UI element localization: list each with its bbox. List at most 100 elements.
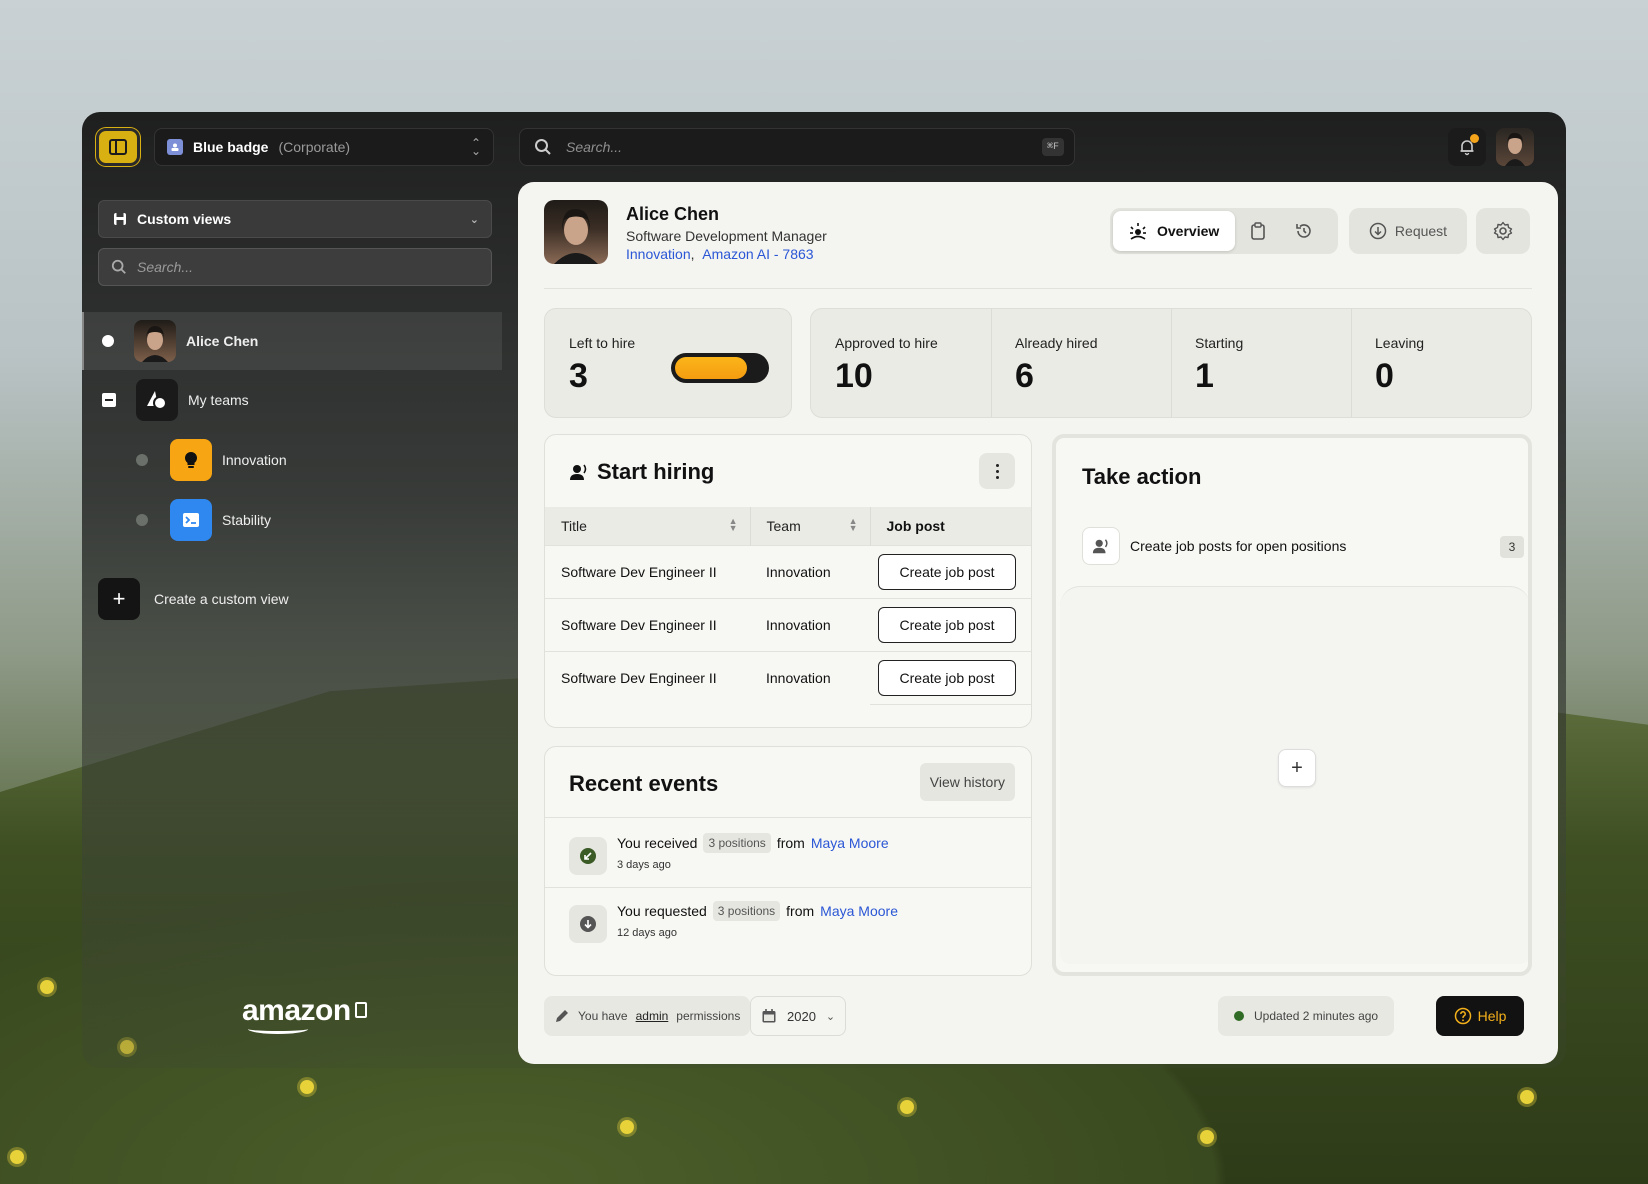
global-search[interactable]: ⌘F — [519, 128, 1075, 166]
main-panel: Alice Chen Software Development Manager … — [518, 182, 1558, 1064]
sidebar-search-input[interactable] — [137, 259, 457, 275]
flower — [10, 1150, 24, 1164]
divider — [545, 887, 1031, 888]
org-selector[interactable]: Blue badge (Corporate) ⌃ ⌄ — [154, 128, 494, 166]
sort-icon: ▲ ▼ — [848, 516, 858, 533]
take-action-card: Take action Create job posts for open po… — [1052, 434, 1532, 976]
sidebar-toggle-button[interactable] — [96, 128, 140, 166]
search-shortcut: ⌘F — [1041, 138, 1064, 156]
take-action-title: Take action — [1082, 464, 1202, 489]
profile-role: Software Development Manager — [626, 228, 827, 244]
view-tabs: Overview — [1110, 208, 1338, 254]
event-item: You received 3 positions from Maya Moore 3 … — [569, 833, 889, 875]
stat-divider — [1171, 309, 1172, 417]
stat-left-to-hire: Left to hire 3 — [569, 335, 636, 395]
sidebar-item-label: My teams — [188, 392, 249, 408]
save-icon — [114, 213, 126, 225]
search-input[interactable] — [566, 139, 1006, 155]
amazon-logo: amazon — [242, 994, 367, 1034]
notification-dot — [1470, 134, 1479, 143]
progress-fill — [675, 357, 747, 379]
gear-icon — [1493, 221, 1513, 241]
create-job-post-button[interactable]: Create job post — [878, 553, 1016, 590]
more-options-button[interactable] — [979, 453, 1015, 489]
teams-icon — [136, 379, 178, 421]
sidebar-item-label: Innovation — [222, 452, 287, 468]
org-link[interactable]: Amazon AI - 7863 — [702, 246, 813, 262]
user-voice-icon — [570, 464, 587, 480]
table-row: Software Dev Engineer II Innovation Crea… — [545, 597, 1031, 651]
request-button[interactable]: Request — [1349, 208, 1467, 254]
sparkle-icon — [1130, 223, 1146, 240]
tab-overview[interactable]: Overview — [1113, 211, 1236, 251]
status-dot — [1234, 1011, 1244, 1021]
stat-leaving: Leaving 0 — [1375, 335, 1425, 395]
profile-photo — [544, 200, 608, 264]
help-button[interactable]: Help — [1436, 996, 1524, 1036]
update-status: Updated 2 minutes ago — [1218, 996, 1395, 1036]
create-view-label: Create a custom view — [154, 591, 289, 607]
view-history-button[interactable]: View history — [919, 763, 1015, 801]
event-time: 3 days ago — [617, 859, 671, 871]
chevron-down-icon: ⌄ — [469, 213, 479, 226]
year-select[interactable]: 2020 ⌄ — [750, 996, 847, 1036]
header-divider — [544, 288, 1532, 289]
tab-clipboard[interactable] — [1235, 211, 1281, 251]
column-title[interactable]: Title ▲ ▼ — [545, 507, 751, 545]
sidebar-item-my-teams[interactable]: My teams — [102, 378, 249, 422]
start-hiring-card: Start hiring Title ▲ ▼ Team ▲ ▼ Job post Sof… — [544, 434, 1032, 728]
tab-history[interactable] — [1281, 211, 1327, 251]
column-job-post: Job post — [870, 507, 1031, 545]
question-circle-icon — [1454, 1007, 1471, 1025]
sidebar-item-alice-chen[interactable]: Alice Chen — [82, 312, 502, 370]
collapse-icon[interactable] — [102, 393, 116, 407]
flower — [40, 980, 54, 994]
flower — [620, 1120, 634, 1134]
team-link[interactable]: Innovation — [626, 246, 691, 262]
org-name: Blue badge — [193, 139, 269, 155]
calendar-icon — [762, 1009, 776, 1023]
chevron-down-icon: ⌄ — [825, 1010, 836, 1023]
sidebar-item-innovation[interactable]: Innovation — [136, 438, 287, 482]
person-link[interactable]: Maya Moore — [820, 903, 898, 919]
permissions-badge: You have admin permissions — [544, 996, 751, 1036]
permission-role[interactable]: admin — [636, 1009, 669, 1023]
person-link[interactable]: Maya Moore — [811, 835, 889, 851]
recent-events-title: Recent events — [569, 771, 719, 796]
column-team[interactable]: Team ▲ ▼ — [750, 507, 871, 545]
received-icon — [569, 837, 607, 875]
notifications-button[interactable] — [1448, 128, 1486, 166]
custom-views-label: Custom views — [137, 211, 232, 227]
sidebar-icon — [109, 139, 127, 155]
event-time: 12 days ago — [617, 927, 677, 939]
settings-button[interactable] — [1476, 208, 1530, 254]
requested-icon — [569, 905, 607, 943]
sort-icon: ▲ ▼ — [728, 516, 738, 533]
clipboard-icon — [1251, 222, 1266, 240]
stat-hired: Already hired 6 — [1015, 335, 1098, 395]
table-row: Software Dev Engineer II Innovation Crea… — [545, 650, 1031, 705]
download-circle-icon — [1369, 222, 1387, 240]
create-custom-view-button[interactable]: + Create a custom view — [98, 578, 289, 620]
create-job-post-button[interactable]: Create job post — [878, 606, 1016, 643]
radio-indicator — [102, 335, 114, 347]
add-action-button[interactable]: + — [1278, 749, 1316, 787]
custom-views-dropdown[interactable]: Custom views ⌄ — [98, 200, 492, 238]
updown-chevron-icon: ⌃ ⌄ — [470, 136, 481, 158]
stat-divider — [991, 309, 992, 417]
user-avatar[interactable] — [1496, 128, 1534, 166]
action-label: Create job posts for open positions — [1130, 538, 1347, 554]
stat-divider — [1351, 309, 1352, 417]
create-job-post-button[interactable]: Create job post — [878, 659, 1016, 696]
sidebar-item-stability[interactable]: Stability — [136, 498, 271, 542]
search-icon — [111, 259, 126, 274]
action-item-create-job-posts[interactable]: Create job posts for open positions 3 — [1082, 526, 1524, 566]
flower — [300, 1080, 314, 1094]
flower — [900, 1100, 914, 1114]
table-row: Software Dev Engineer II Innovation Crea… — [545, 544, 1031, 598]
flower — [1520, 1090, 1534, 1104]
app-window: Blue badge (Corporate) ⌃⌄ ⌘F Custom view… — [82, 112, 1566, 1068]
start-hiring-title: Start hiring — [569, 459, 714, 485]
sidebar-search[interactable] — [98, 248, 492, 286]
request-label: Request — [1394, 223, 1448, 239]
